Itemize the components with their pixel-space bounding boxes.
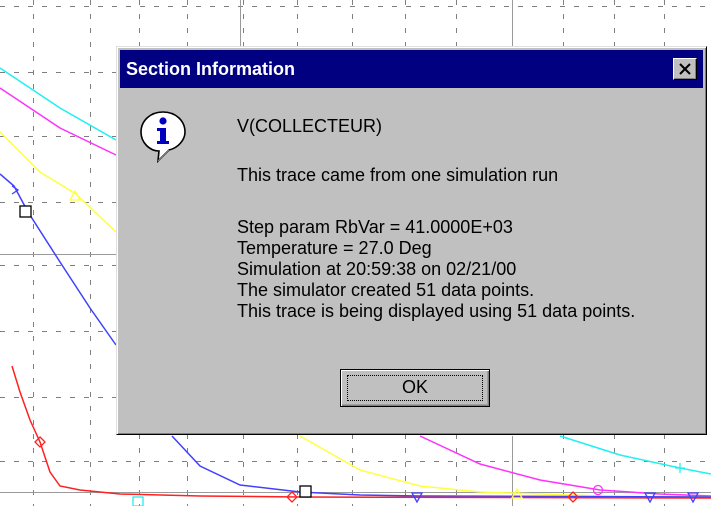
dialog-title: Section Information [126, 59, 296, 79]
marker-square [19, 205, 32, 218]
marker-square [132, 496, 144, 506]
dialog-titlebar[interactable]: Section Information [120, 50, 703, 88]
close-icon [679, 63, 691, 75]
trace-source-text: This trace came from one simulation run [237, 165, 559, 185]
step-param-line: Step param RbVar = 41.0000E+03 [237, 217, 513, 237]
ok-button[interactable]: OK [340, 369, 490, 407]
temperature-line: Temperature = 27.0 Deg [237, 238, 432, 258]
trace-name: V(COLLECTEUR) [237, 116, 383, 136]
simulation-time-line: Simulation at 20:59:38 on 02/21/00 [237, 259, 517, 279]
marker-square [299, 485, 312, 498]
data-points-displayed-line: This trace is being displayed using 51 d… [237, 301, 636, 321]
marker-cross [675, 463, 685, 473]
data-points-created-line: The simulator created 51 data points. [237, 280, 535, 300]
probe-window: Section Information V(COLLECTEUR) This t… [0, 0, 711, 506]
ok-button-label: OK [401, 377, 428, 397]
section-information-dialog: Section Information V(COLLECTEUR) This t… [116, 46, 707, 435]
close-button[interactable] [673, 58, 697, 80]
info-icon [140, 111, 186, 163]
